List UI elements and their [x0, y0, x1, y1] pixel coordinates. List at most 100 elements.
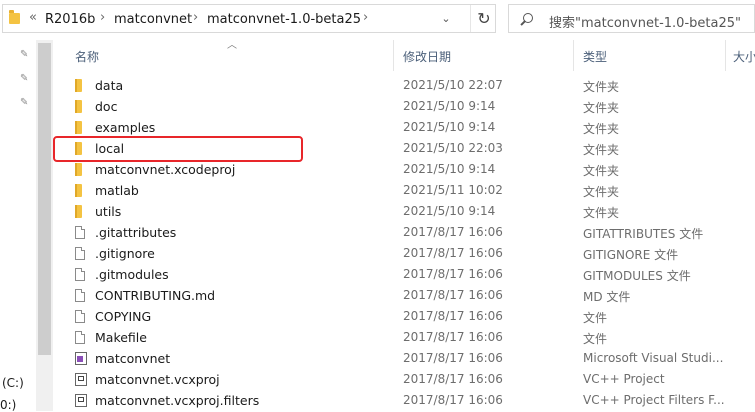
- file-icon: [75, 331, 85, 344]
- column-header-name[interactable]: 名称: [75, 48, 99, 65]
- project-file-icon: [75, 373, 87, 386]
- navigation-pane: ✎ ✎ ✎ (C:) 0:): [0, 40, 36, 412]
- column-header-date[interactable]: 修改日期: [403, 48, 451, 65]
- file-type: GITATTRIBUTES 文件: [583, 227, 704, 241]
- file-date: 2021/5/10 9:14: [403, 120, 496, 134]
- file-row[interactable]: .gitmodules 2017/8/17 16:06 GITMODULES 文件: [53, 264, 755, 285]
- column-divider[interactable]: [725, 40, 726, 71]
- visual-studio-solution-icon: [75, 352, 87, 365]
- file-date: 2017/8/17 16:06: [403, 351, 503, 365]
- refresh-icon[interactable]: ↻: [470, 5, 497, 32]
- file-name: Makefile: [95, 330, 147, 345]
- search-icon: [523, 13, 533, 23]
- file-row[interactable]: .gitattributes 2017/8/17 16:06 GITATTRIBUT…: [53, 222, 755, 243]
- file-row[interactable]: matconvnet.xcodeproj 2021/5/10 9:14 文件夹: [53, 159, 755, 180]
- file-date: 2017/8/17 16:06: [403, 372, 503, 386]
- file-icon: [75, 289, 85, 302]
- file-row[interactable]: Makefile 2017/8/17 16:06 文件: [53, 327, 755, 348]
- file-name: .gitignore: [95, 246, 155, 261]
- file-date: 2017/8/17 16:06: [403, 288, 503, 302]
- column-header-type[interactable]: 类型: [583, 48, 607, 65]
- file-type: Microsoft Visual Studi...: [583, 351, 724, 365]
- address-bar-area: « R2016b › matconvnet › matconvnet-1.0-b…: [0, 0, 755, 40]
- file-type: 文件夹: [583, 164, 620, 178]
- file-date: 2021/5/10 22:07: [403, 78, 503, 92]
- file-date: 2017/8/17 16:06: [403, 393, 503, 407]
- chevron-down-icon[interactable]: ⌄: [435, 8, 457, 30]
- folder-icon: [75, 121, 82, 134]
- file-date: 2017/8/17 16:06: [403, 267, 503, 281]
- address-bar[interactable]: « R2016b › matconvnet › matconvnet-1.0-b…: [2, 4, 496, 33]
- file-date: 2021/5/11 10:02: [403, 183, 503, 197]
- file-type: 文件: [583, 311, 608, 325]
- file-row[interactable]: matconvnet.vcxproj 2017/8/17 16:06 VC++ Pr…: [53, 369, 755, 390]
- file-type: MD 文件: [583, 290, 631, 304]
- file-name: .gitmodules: [95, 267, 169, 282]
- file-name: COPYING: [95, 309, 152, 324]
- column-header-size[interactable]: 大小: [733, 48, 755, 65]
- column-header-row: ︿ 名称 修改日期 类型 大小: [53, 40, 755, 71]
- folder-icon: [9, 10, 20, 24]
- folder-icon: [75, 79, 82, 92]
- file-row[interactable]: .gitignore 2017/8/17 16:06 GITIGNORE 文件: [53, 243, 755, 264]
- pin-icon[interactable]: ✎: [20, 74, 30, 84]
- folder-icon: [75, 205, 82, 218]
- file-row[interactable]: doc 2021/5/10 9:14 文件夹: [53, 96, 755, 117]
- file-type: 文件: [583, 332, 608, 346]
- breadcrumb-r2016b[interactable]: R2016b: [45, 12, 95, 27]
- file-row[interactable]: utils 2021/5/10 9:14 文件夹: [53, 201, 755, 222]
- folder-icon: [75, 184, 82, 197]
- file-row[interactable]: COPYING 2017/8/17 16:06 文件: [53, 306, 755, 327]
- file-type: GITIGNORE 文件: [583, 248, 679, 262]
- file-icon: [75, 226, 85, 239]
- pin-icon[interactable]: ✎: [20, 98, 30, 108]
- file-row[interactable]: matconvnet 2017/8/17 16:06 Microsoft Visua…: [53, 348, 755, 369]
- chevron-right-icon[interactable]: ›: [193, 10, 198, 25]
- highlight-box: [53, 136, 303, 162]
- file-icon: [75, 310, 85, 323]
- file-date: 2017/8/17 16:06: [403, 225, 503, 239]
- file-date: 2017/8/17 16:06: [403, 330, 503, 344]
- folder-icon: [75, 163, 82, 176]
- file-row[interactable]: examples 2021/5/10 9:14 文件夹: [53, 117, 755, 138]
- breadcrumb-overflow[interactable]: «: [29, 10, 37, 25]
- file-date: 2021/5/10 9:14: [403, 99, 496, 113]
- file-name: examples: [95, 120, 156, 135]
- search-input[interactable]: 搜索"matconvnet-1.0-beta25": [508, 4, 755, 33]
- file-name: matconvnet: [95, 351, 171, 366]
- column-divider[interactable]: [573, 40, 574, 71]
- file-row[interactable]: CONTRIBUTING.md 2017/8/17 16:06 MD 文件: [53, 285, 755, 306]
- file-type: 文件夹: [583, 101, 620, 115]
- navigation-scrollbar[interactable]: [36, 40, 53, 411]
- column-divider[interactable]: [393, 40, 394, 71]
- file-type: VC++ Project Filters F...: [583, 393, 725, 407]
- nav-item-drive-c[interactable]: (C:): [2, 376, 24, 390]
- breadcrumb-matconvnet-beta25[interactable]: matconvnet-1.0-beta25: [207, 12, 361, 27]
- file-date: 2017/8/17 16:06: [403, 246, 503, 260]
- file-date: 2017/8/17 16:06: [403, 309, 503, 323]
- file-date: 2021/5/10 9:14: [403, 162, 496, 176]
- file-row[interactable]: data 2021/5/10 22:07 文件夹: [53, 75, 755, 96]
- nav-item-drive-d[interactable]: 0:): [0, 398, 16, 412]
- file-date: 2021/5/10 9:14: [403, 204, 496, 218]
- file-date: 2021/5/10 22:03: [403, 141, 503, 155]
- file-type: VC++ Project: [583, 372, 665, 386]
- file-row[interactable]: matconvnet.vcxproj.filters 2017/8/17 16:0…: [53, 390, 755, 411]
- file-type: 文件夹: [583, 80, 620, 94]
- pin-icon[interactable]: ✎: [20, 50, 30, 60]
- file-name: CONTRIBUTING.md: [95, 288, 216, 303]
- breadcrumb-matconvnet[interactable]: matconvnet: [114, 12, 192, 27]
- folder-icon: [75, 100, 82, 113]
- file-name: matconvnet.xcodeproj: [95, 162, 236, 177]
- chevron-right-icon[interactable]: ›: [363, 10, 368, 25]
- file-name: matconvnet.vcxproj.filters: [95, 393, 260, 408]
- file-type: 文件夹: [583, 206, 620, 220]
- file-icon: [75, 247, 85, 260]
- file-type: 文件夹: [583, 143, 620, 157]
- file-name: .gitattributes: [95, 225, 177, 240]
- file-type: 文件夹: [583, 185, 620, 199]
- search-placeholder: 搜索"matconvnet-1.0-beta25": [549, 16, 741, 31]
- scrollbar-thumb[interactable]: [38, 43, 51, 355]
- file-row[interactable]: matlab 2021/5/11 10:02 文件夹: [53, 180, 755, 201]
- chevron-right-icon[interactable]: ›: [100, 10, 105, 25]
